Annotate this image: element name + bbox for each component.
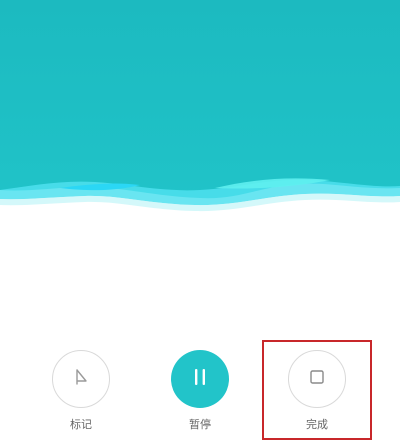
- recorder-screen: 标记 暂停 完成: [0, 0, 400, 448]
- mark-button[interactable]: [52, 350, 110, 408]
- stop-icon: [309, 369, 325, 389]
- mark-label: 标记: [70, 418, 92, 431]
- done-control[interactable]: 完成: [277, 350, 357, 440]
- done-button[interactable]: [288, 350, 346, 408]
- pause-label: 暂停: [189, 418, 211, 431]
- waveform-visualizer: [0, 0, 400, 215]
- done-label: 完成: [306, 418, 328, 431]
- pause-button[interactable]: [171, 350, 229, 408]
- flag-icon: [72, 367, 90, 391]
- pause-icon: [192, 367, 208, 391]
- recording-controls: 标记 暂停 完成: [0, 350, 400, 448]
- mark-control[interactable]: 标记: [41, 350, 121, 440]
- pause-control[interactable]: 暂停: [160, 350, 240, 440]
